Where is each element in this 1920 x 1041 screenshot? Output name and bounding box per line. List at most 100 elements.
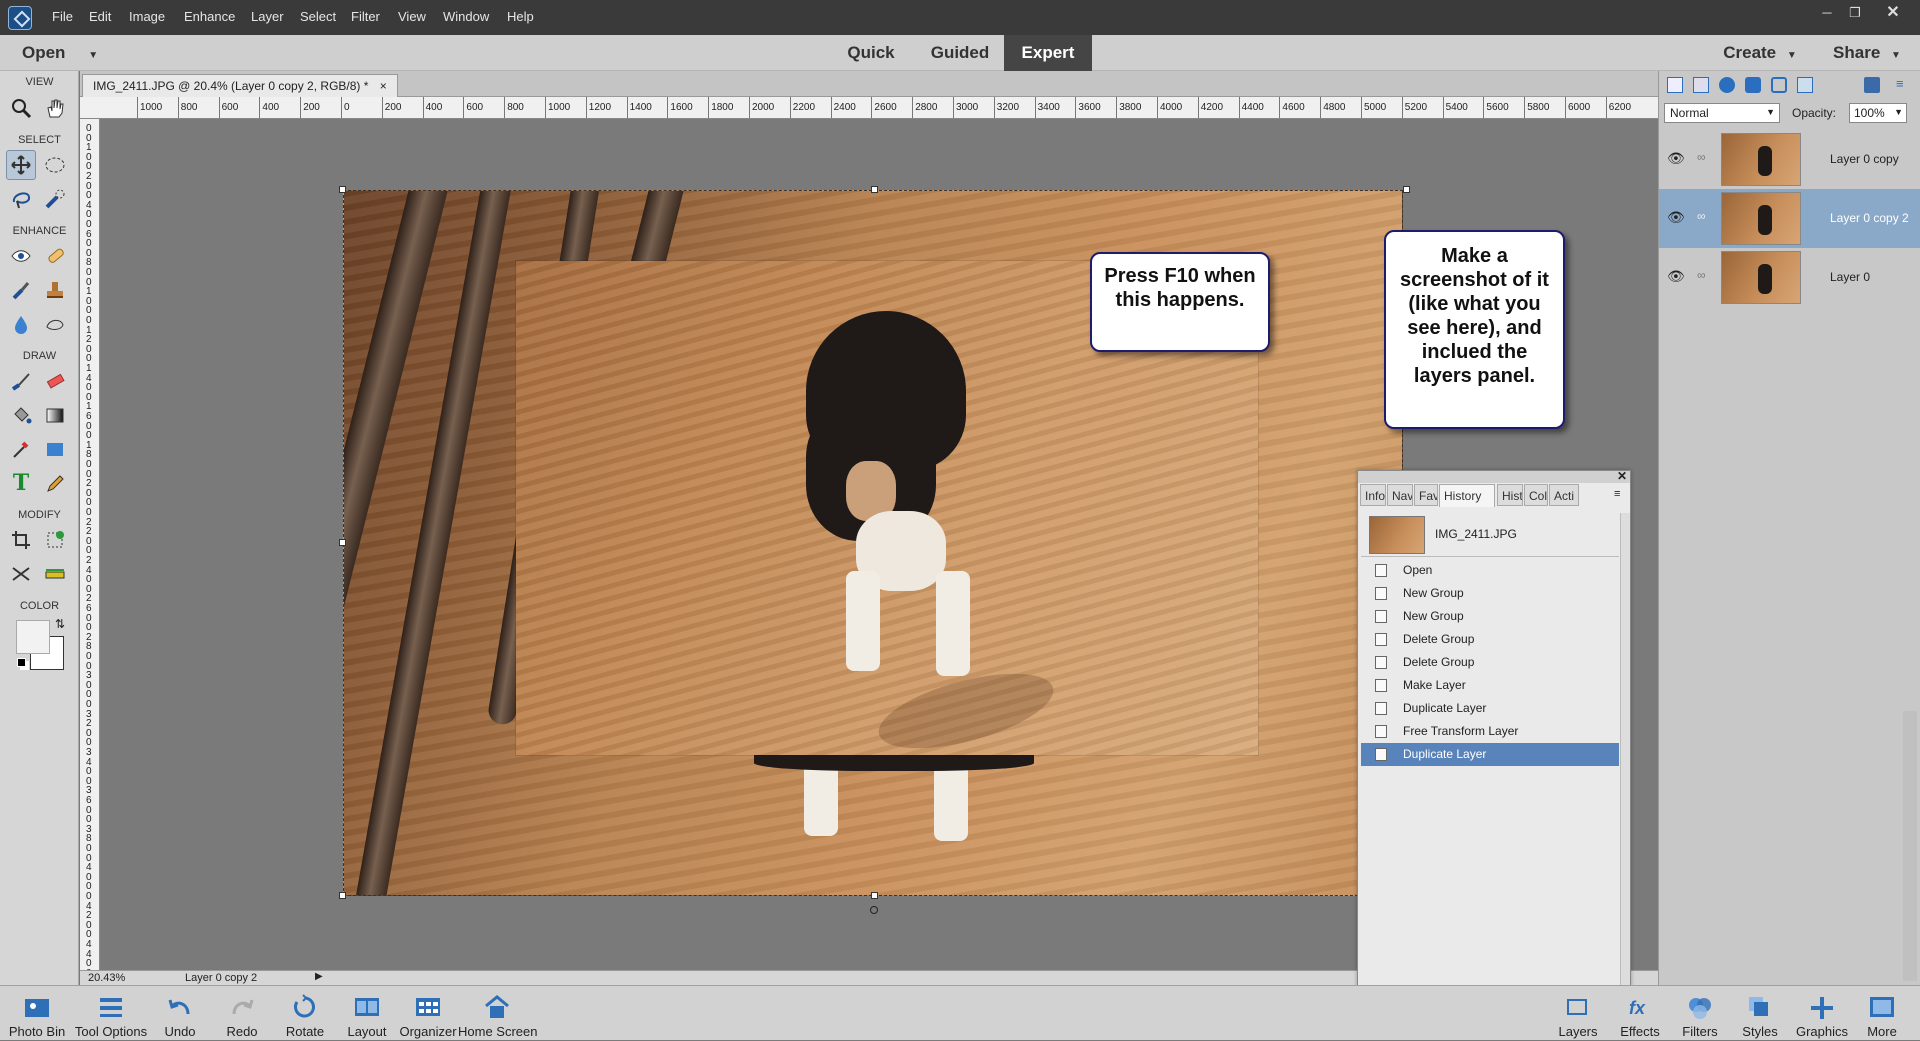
history-state[interactable]: Duplicate Layer [1361,697,1619,720]
home-screen-button[interactable]: Home Screen [458,986,537,1041]
link-icon[interactable]: ∞ [1697,268,1706,282]
menu-help[interactable]: Help [507,9,534,24]
minimize-icon[interactable]: ─ [1814,3,1840,23]
transform-handle[interactable] [339,539,346,546]
menu-edit[interactable]: Edit [89,9,111,24]
panel-scrollbar[interactable] [1903,711,1917,981]
adjustment-layer-icon[interactable] [1719,77,1735,93]
visibility-eye-icon[interactable]: 👁 [1667,268,1685,285]
organizer-button[interactable]: Organizer [398,986,458,1041]
history-panel-titlebar[interactable] [1358,471,1630,483]
sponge-icon[interactable] [40,309,70,339]
panel-menu-icon[interactable]: ≡ [1614,488,1620,500]
create-button[interactable]: Create ▼ [1715,35,1805,71]
trash-icon[interactable] [1864,77,1880,93]
new-group-icon[interactable] [1693,77,1709,93]
visibility-eye-icon[interactable]: 👁 [1667,209,1685,226]
menu-file[interactable]: File [52,9,73,24]
app-logo-icon[interactable] [8,6,32,30]
shape-icon[interactable] [40,434,70,464]
tool-options-button[interactable]: Tool Options [72,986,150,1041]
restore-icon[interactable]: ❐ [1842,3,1868,23]
menu-view[interactable]: View [398,9,426,24]
menu-image[interactable]: Image [129,9,165,24]
layers-button[interactable]: Layers [1548,986,1608,1041]
visibility-eye-icon[interactable]: 👁 [1667,150,1685,167]
lasso-icon[interactable] [6,184,36,214]
more-button[interactable]: More [1852,986,1912,1041]
document-tab[interactable]: IMG_2411.JPG @ 20.4% (Layer 0 copy 2, RG… [82,74,398,97]
close-icon[interactable]: ✕ [1880,3,1906,23]
mode-guided-tab[interactable]: Guided [920,35,1000,71]
eyedropper-icon[interactable] [6,434,36,464]
pencil-icon[interactable] [40,468,70,498]
crop-icon[interactable] [6,525,36,555]
layer-row[interactable]: 👁 ∞ Layer 0 [1659,248,1920,307]
marquee-icon[interactable] [40,150,70,180]
foreground-color-swatch[interactable] [16,620,50,654]
transform-handle[interactable] [339,186,346,193]
transform-handle[interactable] [871,186,878,193]
link-icon[interactable]: ∞ [1697,209,1706,223]
graphics-button[interactable]: Graphics [1792,986,1852,1041]
menu-layer[interactable]: Layer [251,9,284,24]
recompose-icon[interactable] [40,525,70,555]
share-button[interactable]: Share ▼ [1822,35,1912,71]
tab-favorites[interactable]: Fav [1414,484,1438,506]
brush-icon[interactable] [6,366,36,396]
menu-filter[interactable]: Filter [351,9,380,24]
lock-icon[interactable] [1771,77,1787,93]
history-state[interactable]: Delete Group [1361,651,1619,674]
eraser-icon[interactable] [40,366,70,396]
eye-icon[interactable] [6,241,36,271]
content-aware-move-icon[interactable] [6,559,36,589]
tab-actions[interactable]: Acti [1549,484,1579,506]
redo-button[interactable]: Redo [212,986,272,1041]
blur-icon[interactable] [6,309,36,339]
tab-histogram[interactable]: Hist [1497,484,1523,506]
menu-window[interactable]: Window [443,9,489,24]
photo-bin-button[interactable]: Photo Bin [2,986,72,1041]
close-tab-icon[interactable]: × [380,79,387,93]
transform-handle[interactable] [871,892,878,899]
hand-icon[interactable] [40,93,70,123]
blend-mode-select[interactable]: Normal ▼ [1664,103,1780,123]
history-state[interactable]: Free Transform Layer [1361,720,1619,743]
open-button[interactable]: Open ▼ [10,35,105,71]
history-snapshot[interactable]: IMG_2411.JPG [1361,513,1619,557]
history-state[interactable]: Duplicate Layer [1361,743,1619,766]
mode-quick-tab[interactable]: Quick [835,35,907,71]
history-state[interactable]: New Group [1361,605,1619,628]
lock-all-icon[interactable] [1797,77,1813,93]
clone-stamp-icon[interactable] [40,275,70,305]
tab-navigator[interactable]: Nav [1387,484,1413,506]
history-state[interactable]: Open [1361,559,1619,582]
default-colors-icon[interactable] [17,658,26,667]
swap-colors-icon[interactable]: ⇅ [55,617,65,631]
layout-button[interactable]: Layout [338,986,396,1041]
layer-row[interactable]: 👁 ∞ Layer 0 copy [1659,130,1920,189]
rotate-button[interactable]: Rotate [272,986,338,1041]
opacity-input[interactable]: 100% ▼ [1849,103,1907,123]
layer-mask-icon[interactable] [1745,77,1761,93]
smart-brush-icon[interactable] [6,275,36,305]
tab-color[interactable]: Col [1524,484,1548,506]
link-icon[interactable]: ∞ [1697,150,1706,164]
gradient-icon[interactable] [40,400,70,430]
tab-history[interactable]: History [1439,484,1495,507]
type-icon[interactable]: T [6,468,36,498]
panel-menu-icon[interactable]: ≡ [1896,76,1904,91]
quick-selection-icon[interactable] [40,184,70,214]
transform-handle[interactable] [339,892,346,899]
tab-info[interactable]: Info [1360,484,1386,506]
new-layer-icon[interactable] [1667,77,1683,93]
close-icon[interactable]: ✕ [1617,469,1627,483]
history-state[interactable]: Make Layer [1361,674,1619,697]
paint-bucket-icon[interactable] [6,400,36,430]
history-scrollbar[interactable] [1620,513,1630,1013]
menu-select[interactable]: Select [300,9,336,24]
menu-enhance[interactable]: Enhance [184,9,235,24]
styles-button[interactable]: Styles [1730,986,1790,1041]
effects-button[interactable]: fx Effects [1610,986,1670,1041]
layer-row[interactable]: 👁 ∞ Layer 0 copy 2 [1659,189,1920,248]
